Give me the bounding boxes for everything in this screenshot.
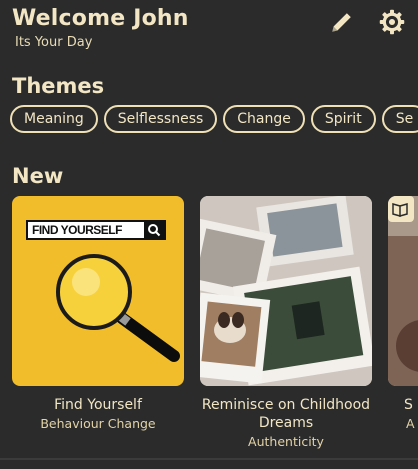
welcome-subtitle: Its Your Day [15,35,93,50]
card-reminisce[interactable]: Reminisce on Childhood Dreams Authentici… [200,196,372,449]
card-image-reminisce [200,196,372,386]
divider [0,458,418,460]
themes-chip-list: Meaning Selflessness Change Spirit Se [10,105,418,135]
card-title: S [404,397,413,413]
pencil-icon [332,13,351,32]
gear-icon [379,9,405,35]
theme-chip-partial[interactable]: Se [381,105,418,133]
card-subtitle: Behaviour Change [40,416,156,431]
theme-chip-selflessness[interactable]: Selflessness [103,105,218,133]
photos-image [200,196,372,386]
card-image-partial [388,196,418,386]
card-title: Reminisce on Childhood Dreams [201,397,371,431]
card-partial[interactable]: S A [388,196,418,431]
card-find-yourself[interactable]: FIND YOURSELF Find Yourself Behaviour Ch… [12,196,184,431]
themes-heading: Themes [12,74,105,98]
new-heading: New [12,164,64,188]
partial-image [388,196,418,386]
theme-chip-change[interactable]: Change [223,105,305,133]
theme-chip-spirit[interactable]: Spirit [310,105,376,133]
header: Welcome John Its Your Day [12,6,408,56]
theme-chip-meaning[interactable]: Meaning [10,105,98,133]
card-image-find-yourself: FIND YOURSELF [12,196,184,386]
magnifying-glass-icon [56,254,180,362]
edit-button[interactable] [328,8,356,36]
welcome-title: Welcome John [12,6,189,31]
new-card-row: FIND YOURSELF Find Yourself Behaviour Ch… [12,196,418,456]
settings-button[interactable] [378,8,406,36]
card-title: Find Yourself [54,397,142,413]
card-subtitle: A [406,416,415,431]
card-subtitle: Authenticity [248,434,324,449]
